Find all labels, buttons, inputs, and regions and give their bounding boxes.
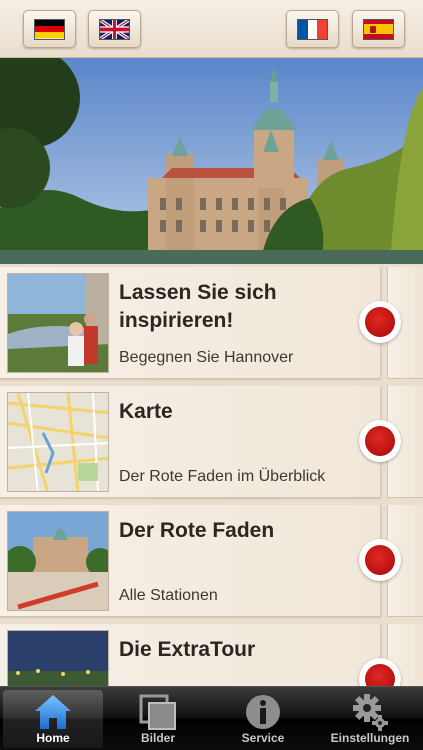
inspiration-photo bbox=[7, 273, 109, 373]
map-thumbnail bbox=[7, 392, 109, 492]
list-item-title: Karte bbox=[119, 400, 173, 423]
list-item[interactable]: Der Rote Faden Alle Stationen bbox=[0, 502, 423, 620]
tab-label: Bilder bbox=[140, 731, 175, 745]
extratour-photo bbox=[7, 630, 109, 686]
german-flag-icon bbox=[34, 18, 65, 40]
french-flag-icon bbox=[297, 18, 328, 40]
tab-service[interactable]: Service bbox=[213, 690, 313, 748]
gallery-icon bbox=[139, 694, 176, 730]
spanish-flag-button[interactable] bbox=[352, 10, 405, 48]
list-item-subtitle: Begegnen Sie Hannover bbox=[119, 349, 294, 366]
red-thread-marker-icon[interactable] bbox=[359, 301, 401, 343]
tab-bilder[interactable]: Bilder bbox=[108, 690, 208, 748]
red-thread-photo bbox=[7, 511, 109, 611]
red-thread-marker-icon[interactable] bbox=[359, 539, 401, 581]
list-item-card[interactable]: Die ExtraTour bbox=[0, 624, 381, 686]
tab-label: Einstellungen bbox=[330, 731, 410, 745]
tab-label: Home bbox=[36, 731, 70, 745]
home-icon bbox=[35, 695, 71, 729]
town-hall-photo bbox=[0, 58, 423, 264]
tab-einstellungen[interactable]: Einstellungen bbox=[320, 690, 420, 748]
section-list: Lassen Sie sich inspirieren! Begegnen Si… bbox=[0, 264, 423, 686]
list-item[interactable]: Die ExtraTour bbox=[0, 621, 423, 686]
tab-label: Service bbox=[241, 731, 285, 745]
list-item-card[interactable]: Lassen Sie sich inspirieren! Begegnen Si… bbox=[0, 267, 381, 379]
hero-image bbox=[0, 58, 423, 264]
british-flag-icon bbox=[99, 18, 130, 40]
list-item-card[interactable]: Der Rote Faden Alle Stationen bbox=[0, 505, 381, 617]
list-item-title: Die ExtraTour bbox=[119, 638, 256, 661]
list-item[interactable]: Lassen Sie sich inspirieren! Begegnen Si… bbox=[0, 264, 423, 382]
list-item-subtitle: Alle Stationen bbox=[119, 587, 218, 604]
list-item-title: Lassen Sie sich inspirieren! bbox=[119, 281, 277, 332]
list-item-title: Der Rote Faden bbox=[119, 519, 275, 542]
info-icon bbox=[246, 695, 280, 729]
german-flag-button[interactable] bbox=[23, 10, 76, 48]
gear-icon bbox=[353, 694, 388, 731]
list-item-subtitle: Der Rote Faden im Überblick bbox=[119, 468, 326, 485]
tab-bar: Home Bilder Service Einstellungen bbox=[0, 686, 423, 750]
french-flag-button[interactable] bbox=[286, 10, 339, 48]
language-bar bbox=[0, 0, 423, 58]
list-item[interactable]: Karte Der Rote Faden im Überblick bbox=[0, 383, 423, 501]
list-item-card[interactable]: Karte Der Rote Faden im Überblick bbox=[0, 386, 381, 498]
spanish-flag-icon bbox=[363, 18, 394, 40]
british-flag-button[interactable] bbox=[88, 10, 141, 48]
red-thread-marker-icon[interactable] bbox=[359, 420, 401, 462]
tab-home[interactable]: Home bbox=[3, 690, 103, 748]
